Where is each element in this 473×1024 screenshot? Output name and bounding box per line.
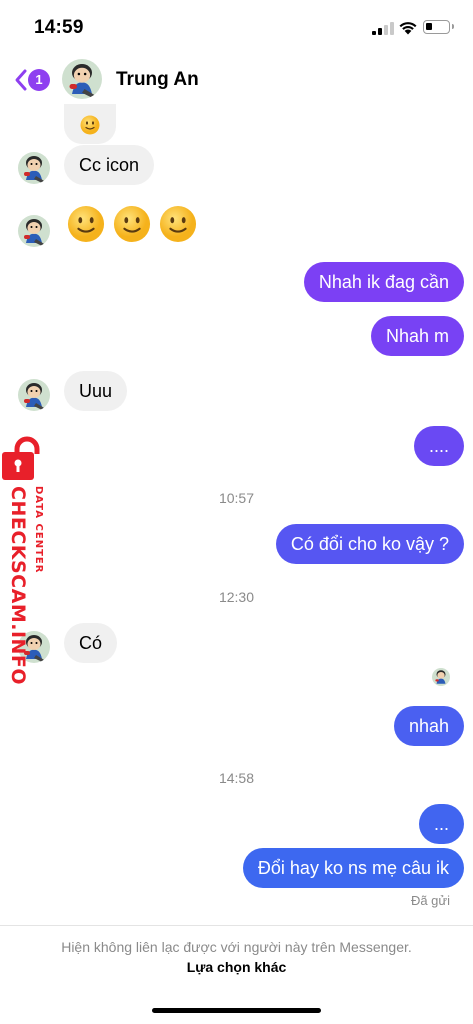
message-bubble-outgoing[interactable]: ... bbox=[418, 804, 464, 844]
unavailable-notice: Hiện không liên lạc được với người này t… bbox=[61, 939, 412, 955]
contact-avatar[interactable] bbox=[62, 59, 102, 99]
conversation-header: 1 Trung An bbox=[0, 54, 473, 104]
message-bubble-outgoing[interactable]: Nhah ik đag cần bbox=[303, 262, 464, 302]
cellular-signal-icon bbox=[372, 22, 394, 35]
back-button[interactable]: 1 bbox=[14, 68, 54, 92]
message-bubble-outgoing[interactable]: Có đổi cho ko vậy ? bbox=[275, 524, 464, 564]
battery-icon bbox=[423, 20, 454, 34]
seen-indicator-avatar bbox=[432, 668, 450, 686]
wifi-icon bbox=[398, 19, 418, 35]
footer-divider bbox=[0, 925, 473, 926]
sender-avatar[interactable] bbox=[18, 152, 50, 184]
contact-name[interactable]: Trung An bbox=[116, 69, 199, 91]
status-bar: 14:59 bbox=[0, 0, 473, 54]
delivery-status: Đã gửi bbox=[410, 893, 450, 908]
message-bubble-incoming[interactable]: Có bbox=[64, 623, 118, 663]
message-bubble-partial[interactable] bbox=[64, 104, 116, 144]
home-indicator[interactable] bbox=[152, 1008, 321, 1013]
padlock-icon bbox=[2, 436, 40, 480]
status-time: 14:59 bbox=[34, 17, 84, 38]
slight-smile-emoji-icon[interactable] bbox=[113, 205, 151, 243]
watermark: CHECKSCAM.INFO DATA CENTER bbox=[2, 436, 58, 686]
chevron-left-icon bbox=[15, 69, 27, 91]
message-bubble-incoming[interactable]: Cc icon bbox=[64, 145, 155, 185]
message-bubble-outgoing[interactable]: nhah bbox=[393, 706, 464, 746]
slight-smile-emoji-icon bbox=[80, 115, 100, 135]
timestamp: 14:58 bbox=[218, 770, 255, 786]
unread-count-badge: 1 bbox=[28, 69, 50, 91]
other-options-link[interactable]: Lựa chọn khác bbox=[0, 959, 473, 975]
sender-avatar[interactable] bbox=[18, 215, 50, 247]
message-bubble-incoming[interactable]: Uuu bbox=[64, 371, 128, 411]
watermark-main-text: CHECKSCAM.INFO bbox=[7, 486, 29, 686]
slight-smile-emoji-icon[interactable] bbox=[67, 205, 105, 243]
watermark-sub-text: DATA CENTER bbox=[33, 486, 44, 574]
timestamp: 10:57 bbox=[218, 490, 255, 506]
timestamp: 12:30 bbox=[218, 589, 255, 605]
slight-smile-emoji-icon[interactable] bbox=[159, 205, 197, 243]
message-bubble-outgoing[interactable]: .... bbox=[413, 426, 464, 466]
message-bubble-outgoing[interactable]: Nhah m bbox=[370, 316, 464, 356]
sender-avatar[interactable] bbox=[18, 379, 50, 411]
message-bubble-outgoing[interactable]: Đổi hay ko ns mẹ câu ik bbox=[242, 848, 464, 888]
